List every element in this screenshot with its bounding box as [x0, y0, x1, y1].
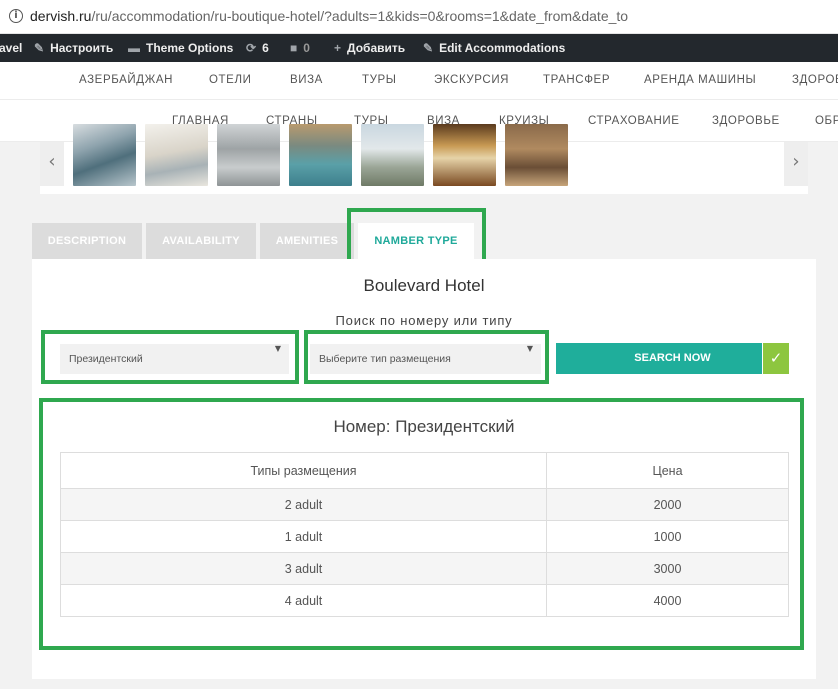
admin-bar-comments-count: 0	[303, 41, 310, 55]
gallery-thumb[interactable]	[145, 124, 208, 186]
main-menu-item[interactable]: ТУРЫ	[362, 74, 397, 86]
address-bar[interactable]: i dervish.ru/ru/accommodation/ru-boutiqu…	[0, 0, 838, 34]
gallery-thumb[interactable]	[289, 124, 352, 186]
gallery-thumb[interactable]	[217, 124, 280, 186]
main-menu-item[interactable]: ОТЕЛИ	[209, 74, 251, 86]
main-menu: АЗЕРБАЙДЖАН ОТЕЛИ ВИЗА ТУРЫ ЭКСКУРСИЯ ТР…	[0, 62, 838, 100]
main-menu-item[interactable]: ЗДОРОВ	[792, 74, 838, 86]
comment-icon: ■	[290, 41, 298, 55]
admin-bar-new-label: Добавить	[347, 41, 406, 55]
url-path: /ru/accommodation/ru-boutique-hotel/?adu…	[91, 8, 629, 24]
sub-menu-item[interactable]: ОБР	[815, 115, 838, 127]
sub-menu-item[interactable]: ЗДОРОВЬЕ	[712, 115, 780, 127]
tab-availability[interactable]: AVAILABILITY	[146, 223, 256, 259]
highlight-box-type-select	[304, 330, 549, 384]
admin-bar: avel ✎ Настроить ▬ Theme Options ⟳ 6 ■ 0 + До…	[0, 34, 838, 62]
tab-description[interactable]: DESCRIPTION	[32, 223, 142, 259]
gallery-thumb[interactable]	[433, 124, 496, 186]
admin-bar-comments[interactable]: ■ 0	[290, 41, 310, 55]
main-menu-item[interactable]: ВИЗА	[290, 74, 323, 86]
url-host: dervish.ru	[30, 8, 92, 24]
photo-gallery: ‹ ›	[40, 124, 808, 194]
admin-bar-updates[interactable]: ⟳ 6	[246, 41, 269, 55]
chevron-right-icon[interactable]: ›	[784, 142, 808, 186]
search-now-button[interactable]: SEARCH NOW ✓	[556, 343, 789, 374]
brush-icon: ✎	[34, 41, 45, 55]
admin-bar-theme-options[interactable]: ▬ Theme Options	[128, 41, 233, 55]
gallery-thumb[interactable]	[73, 124, 136, 186]
refresh-icon: ⟳	[246, 41, 257, 55]
admin-bar-edit[interactable]: ✎ Edit Accommodations	[423, 41, 565, 55]
check-icon: ✓	[762, 343, 789, 374]
main-menu-item[interactable]: ТРАНСФЕР	[543, 74, 610, 86]
highlight-box-room-select	[41, 330, 299, 384]
hotel-name: Boulevard Hotel	[363, 276, 485, 295]
search-now-label: SEARCH NOW	[634, 352, 711, 364]
main-menu-item[interactable]: АЗЕРБАЙДЖАН	[79, 74, 173, 86]
admin-bar-edit-label: Edit Accommodations	[439, 41, 566, 55]
admin-bar-customize-label: Настроить	[50, 41, 114, 55]
admin-bar-updates-count: 6	[262, 41, 269, 55]
url-text[interactable]: dervish.ru/ru/accommodation/ru-boutique-…	[30, 8, 628, 24]
main-menu-item[interactable]: АРЕНДА МАШИНЫ	[644, 74, 756, 86]
chevron-left-icon[interactable]: ‹	[40, 142, 64, 186]
highlight-box-table	[39, 398, 804, 650]
gallery-thumb[interactable]	[361, 124, 424, 186]
folder-icon: ▬	[128, 41, 140, 55]
tab-amenities[interactable]: AMENITIES	[260, 223, 354, 259]
sub-menu-item[interactable]: СТРАХОВАНИЕ	[588, 115, 680, 127]
info-icon[interactable]: i	[9, 9, 23, 23]
pencil-icon: ✎	[423, 41, 434, 55]
admin-bar-travel[interactable]: avel	[0, 41, 22, 55]
admin-bar-customize[interactable]: ✎ Настроить	[34, 41, 113, 55]
admin-bar-theme-options-label: Theme Options	[146, 41, 234, 55]
content-area: ‹ › DESCRIPTION AVAILABILITY AMENITIES N…	[0, 124, 838, 689]
plus-icon: +	[334, 41, 342, 55]
search-title: Поиск по номеру или типу	[335, 313, 513, 328]
admin-bar-new[interactable]: + Добавить	[334, 41, 405, 55]
gallery-thumb[interactable]	[505, 124, 568, 186]
main-menu-item[interactable]: ЭКСКУРСИЯ	[434, 74, 509, 86]
